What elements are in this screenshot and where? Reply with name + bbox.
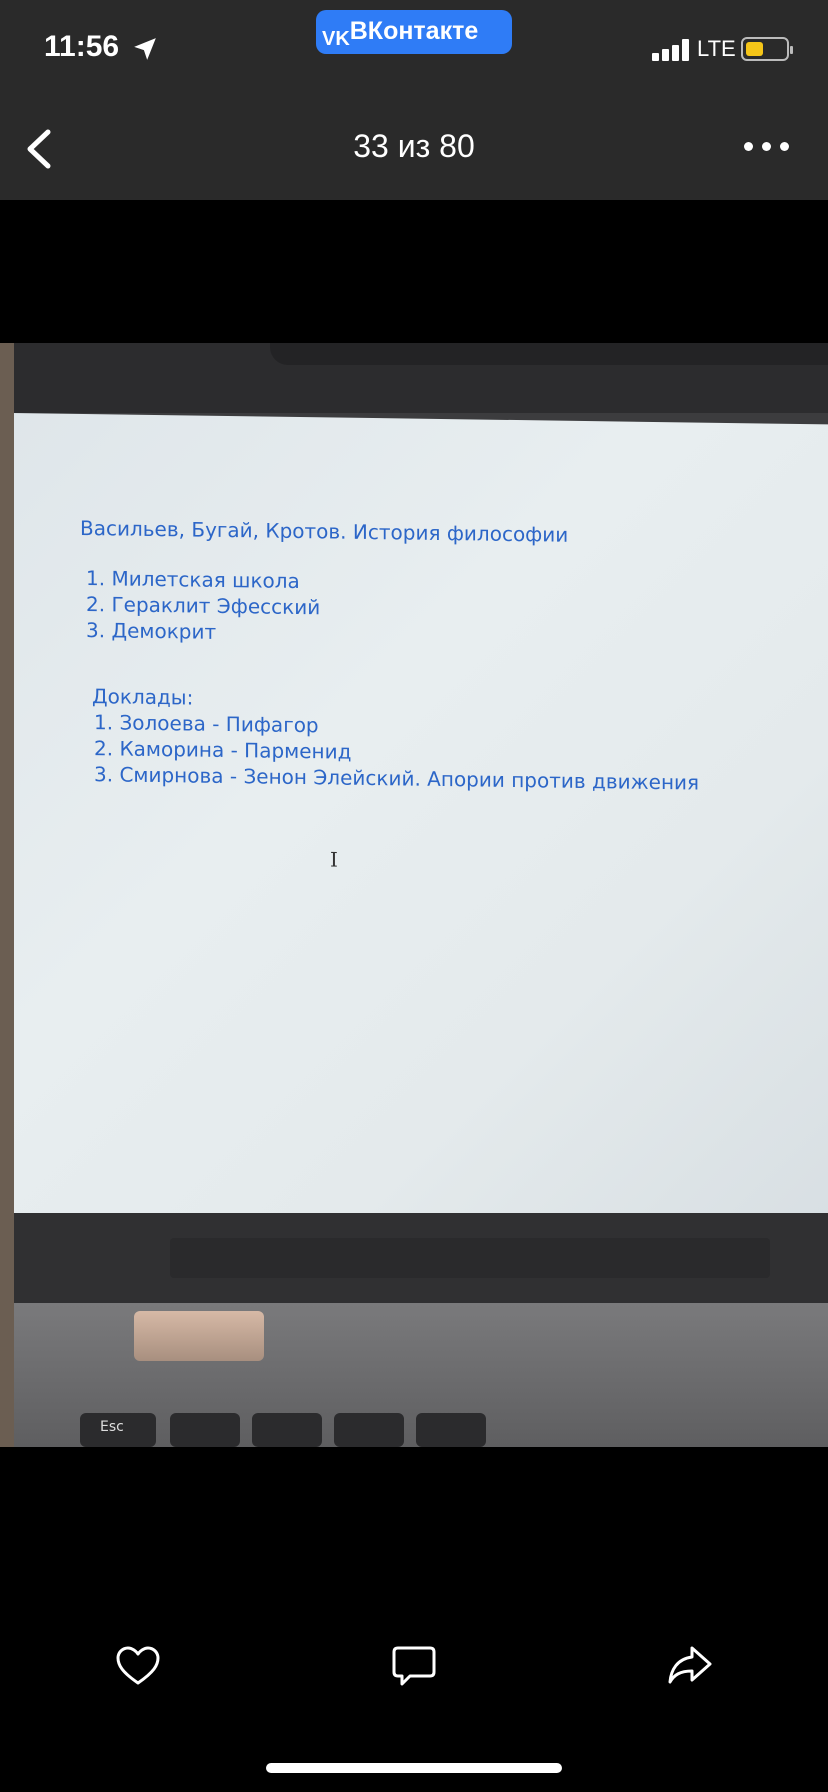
photo-image: Васильев, Бугай, Кротов. История философ…: [0, 343, 828, 1447]
keyboard-key: [416, 1413, 486, 1447]
status-bar: 11:56 VK ВКонтакте LTE: [0, 0, 828, 100]
share-icon[interactable]: [664, 1640, 716, 1692]
home-indicator[interactable]: [266, 1763, 562, 1773]
keyboard-key: [252, 1413, 322, 1447]
keyboard-key: [334, 1413, 404, 1447]
bezel-notch: [270, 343, 828, 365]
screen-line-1: 1. Милетская школа: [86, 566, 300, 594]
keyboard-row: Esc: [80, 1413, 828, 1447]
viewer-nav-bar: 33 из 80: [0, 100, 828, 200]
bottom-toolbar: [0, 1640, 828, 1720]
network-type: LTE: [697, 36, 736, 61]
screen-title: Васильев, Бугай, Кротов. История философ…: [80, 515, 569, 547]
status-time: 11:56: [44, 30, 120, 63]
photo-left-edge: [0, 343, 14, 1447]
screen-line-3: 3. Демокрит: [86, 618, 217, 644]
cellular-signal-icon: [652, 39, 692, 61]
screen-report-3: 3. Смирнова - Зенон Элейский. Апории про…: [94, 762, 700, 795]
laptop-logo-area: [170, 1238, 770, 1278]
screen-line-2: 2. Гераклит Эфесский: [86, 592, 321, 620]
screen-report-1: 1. Золоева - Пифагор: [94, 710, 319, 738]
location-arrow-icon: [134, 38, 156, 60]
esc-key-label: Esc: [100, 1419, 124, 1435]
return-to-app-pill[interactable]: VK ВКонтакте: [316, 10, 512, 54]
laptop-hinge: [134, 1311, 264, 1361]
more-options-icon[interactable]: [742, 136, 792, 156]
screen-reports-heading: Доклады:: [92, 684, 194, 710]
photo-counter: 33 из 80: [353, 128, 475, 164]
esc-key: Esc: [80, 1413, 156, 1447]
vk-logo-icon: VK: [322, 28, 350, 50]
top-bar: 11:56 VK ВКонтакте LTE 33 из 80: [0, 0, 828, 200]
heart-icon[interactable]: [112, 1640, 164, 1692]
app-pill-label: ВКонтакте: [349, 17, 479, 45]
laptop-screen: Васильев, Бугай, Кротов. История философ…: [12, 413, 828, 1225]
comment-icon[interactable]: [388, 1640, 440, 1692]
text-cursor-icon: I: [330, 847, 338, 872]
screen-report-2: 2. Каморина - Парменид: [94, 736, 352, 764]
keyboard-key: [170, 1413, 240, 1447]
battery-icon: [741, 37, 793, 61]
